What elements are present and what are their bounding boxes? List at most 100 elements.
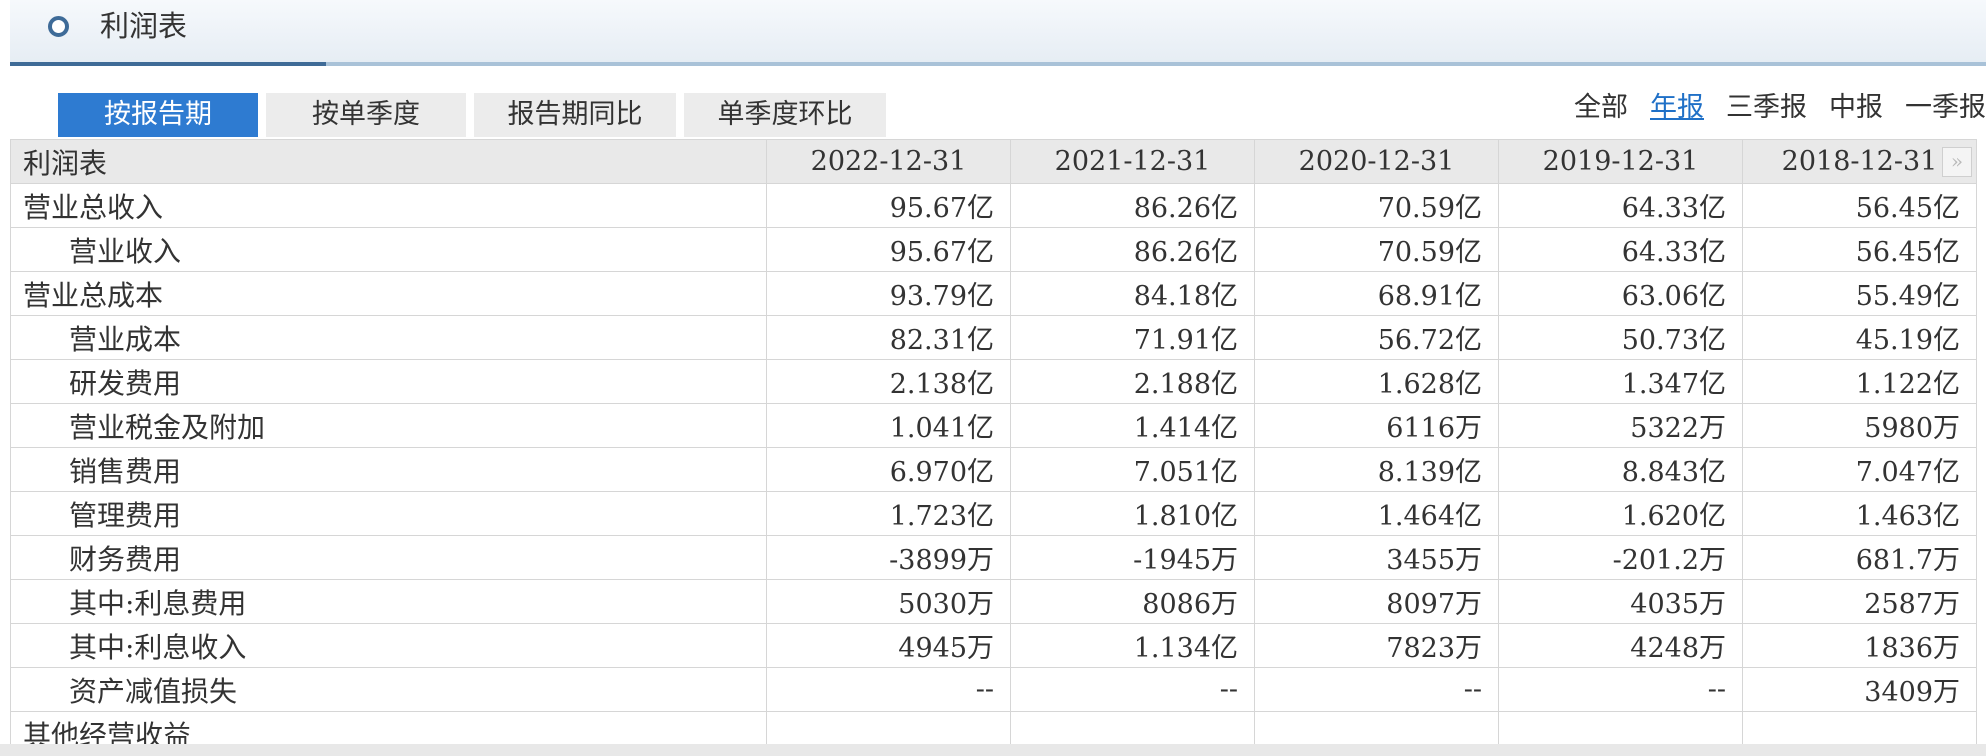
table-cell: 5030万 (766, 579, 1011, 624)
double-chevron-right-icon[interactable]: » (1942, 147, 1972, 177)
header-accent-bar (10, 62, 326, 66)
table-row: 销售费用 6.970亿 7.051亿 8.139亿 8.843亿 7.047亿 (10, 447, 1977, 492)
table-cell: 1.463亿 (1742, 491, 1977, 536)
table-cell: 1.122亿 (1742, 359, 1977, 404)
income-statement-table: 利润表 2022-12-31 2021-12-31 2020-12-31 201… (10, 139, 1977, 756)
table-cell: 4945万 (766, 623, 1011, 668)
tab-report-period-yoy[interactable]: 报告期同比 (474, 93, 676, 137)
table-cell: 8086万 (1010, 579, 1255, 624)
table-cell: 3409万 (1742, 667, 1977, 712)
table-cell: 7.047亿 (1742, 447, 1977, 492)
table-cell: 70.59亿 (1254, 227, 1499, 272)
table-cell: 70.59亿 (1254, 183, 1499, 228)
table-cell: 45.19亿 (1742, 315, 1977, 360)
table-cell: 4248万 (1498, 623, 1743, 668)
table-row: 其中:利息费用 5030万 8086万 8097万 4035万 2587万 (10, 579, 1977, 624)
column-header: 2020-12-31 (1254, 139, 1499, 184)
table-row: 其中:利息收入 4945万 1.134亿 7823万 4248万 1836万 (10, 623, 1977, 668)
table-cell: 63.06亿 (1498, 271, 1743, 316)
period-q3[interactable]: 三季报 (1726, 88, 1807, 128)
row-label: 研发费用 (10, 359, 767, 404)
row-label: 其中:利息费用 (10, 579, 767, 624)
table-cell: 95.67亿 (766, 183, 1011, 228)
table-cell: 1.134亿 (1010, 623, 1255, 668)
table-cell: 3455万 (1254, 535, 1499, 580)
table-cell: 56.45亿 (1742, 183, 1977, 228)
table-cell: 56.45亿 (1742, 227, 1977, 272)
column-header: 2021-12-31 (1010, 139, 1255, 184)
table-cell: 8.139亿 (1254, 447, 1499, 492)
column-header: 2018-12-31 (1781, 146, 1938, 177)
table-cell: 8097万 (1254, 579, 1499, 624)
table-cell: 1.810亿 (1010, 491, 1255, 536)
table-cell: 82.31亿 (766, 315, 1011, 360)
period-interim[interactable]: 中报 (1829, 88, 1883, 128)
table-cell: 5322万 (1498, 403, 1743, 448)
table-cell: 5980万 (1742, 403, 1977, 448)
table-row: 营业总收入 95.67亿 86.26亿 70.59亿 64.33亿 56.45亿 (10, 183, 1977, 228)
table-cell: 8.843亿 (1498, 447, 1743, 492)
table-cell: -- (1254, 667, 1499, 712)
table-cell: 1.347亿 (1498, 359, 1743, 404)
table-row: 管理费用 1.723亿 1.810亿 1.464亿 1.620亿 1.463亿 (10, 491, 1977, 536)
table-cell: 56.72亿 (1254, 315, 1499, 360)
tab-by-single-quarter[interactable]: 按单季度 (266, 93, 466, 137)
row-label: 管理费用 (10, 491, 767, 536)
table-row: 营业税金及附加 1.041亿 1.414亿 6116万 5322万 5980万 (10, 403, 1977, 448)
row-label: 营业总收入 (10, 183, 767, 228)
table-cell: 64.33亿 (1498, 183, 1743, 228)
table-cell: -201.2万 (1498, 535, 1743, 580)
table-cell: 1.041亿 (766, 403, 1011, 448)
row-label: 财务费用 (10, 535, 767, 580)
row-label: 营业总成本 (10, 271, 767, 316)
column-header-last: 2018-12-31 » (1742, 139, 1977, 184)
table-cell: 84.18亿 (1010, 271, 1255, 316)
column-header: 2019-12-31 (1498, 139, 1743, 184)
table-cell: 50.73亿 (1498, 315, 1743, 360)
table-cell: 1836万 (1742, 623, 1977, 668)
section-header: 利润表 (10, 0, 1986, 66)
table-row: 财务费用 -3899万 -1945万 3455万 -201.2万 681.7万 (10, 535, 1977, 580)
row-label: 营业成本 (10, 315, 767, 360)
row-label: 其中:利息收入 (10, 623, 767, 668)
table-cell: 6.970亿 (766, 447, 1011, 492)
table-cell: 6116万 (1254, 403, 1499, 448)
table-cell: -3899万 (766, 535, 1011, 580)
table-row: 营业收入 95.67亿 86.26亿 70.59亿 64.33亿 56.45亿 (10, 227, 1977, 272)
table-cell: 7.051亿 (1010, 447, 1255, 492)
table-cell: 2.138亿 (766, 359, 1011, 404)
tab-by-report-period[interactable]: 按报告期 (58, 93, 258, 137)
table-cell: 68.91亿 (1254, 271, 1499, 316)
table-row: 营业成本 82.31亿 71.91亿 56.72亿 50.73亿 45.19亿 (10, 315, 1977, 360)
table-cell: 1.414亿 (1010, 403, 1255, 448)
horizontal-scrollbar[interactable] (0, 744, 1986, 756)
tab-single-quarter-qoq[interactable]: 单季度环比 (684, 93, 886, 137)
page-title: 利润表 (100, 9, 188, 43)
table-header-row: 利润表 2022-12-31 2021-12-31 2020-12-31 201… (10, 139, 1977, 184)
row-label: 销售费用 (10, 447, 767, 492)
table-cell: 86.26亿 (1010, 183, 1255, 228)
table-cell: 71.91亿 (1010, 315, 1255, 360)
table-cell: 2.188亿 (1010, 359, 1255, 404)
circle-icon (48, 16, 69, 37)
table-cell: 681.7万 (1742, 535, 1977, 580)
period-filter: 全部 年报 三季报 中报 一季报 (1552, 88, 1986, 128)
table-cell: 86.26亿 (1010, 227, 1255, 272)
row-label: 资产减值损失 (10, 667, 767, 712)
table-cell: -- (766, 667, 1011, 712)
table-cell: 1.464亿 (1254, 491, 1499, 536)
table-row: 营业总成本 93.79亿 84.18亿 68.91亿 63.06亿 55.49亿 (10, 271, 1977, 316)
table-cell: 95.67亿 (766, 227, 1011, 272)
table-cell: -1945万 (1010, 535, 1255, 580)
row-label: 营业收入 (10, 227, 767, 272)
period-q1[interactable]: 一季报 (1905, 88, 1986, 128)
period-all[interactable]: 全部 (1574, 88, 1628, 128)
report-type-tabs: 按报告期 按单季度 报告期同比 单季度环比 (58, 93, 886, 137)
table-cell: 64.33亿 (1498, 227, 1743, 272)
table-cell: 7823万 (1254, 623, 1499, 668)
table-cell: -- (1498, 667, 1743, 712)
column-header: 2022-12-31 (766, 139, 1011, 184)
table-row: 资产减值损失 -- -- -- -- 3409万 (10, 667, 1977, 712)
period-annual[interactable]: 年报 (1650, 88, 1704, 128)
table-cell: -- (1010, 667, 1255, 712)
